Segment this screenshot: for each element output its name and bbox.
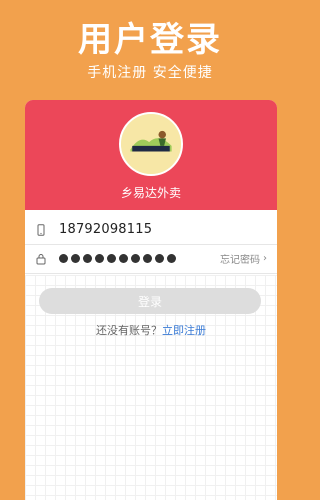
page-subtitle: 手机注册 安全便捷 [87, 65, 213, 81]
password-dot [83, 254, 92, 263]
login-card: 乡易达外卖 18792098115 忘记密码 › 登录 还没有账号？立即注册 [25, 100, 277, 500]
password-dot [119, 254, 128, 263]
password-dot [107, 254, 116, 263]
lock-icon [33, 251, 49, 267]
brand-name: 乡易达外卖 [120, 186, 181, 200]
password-field[interactable]: 忘记密码 › [25, 244, 277, 274]
password-dot [143, 254, 152, 263]
login-button[interactable]: 登录 [39, 288, 261, 314]
brand-logo [119, 112, 183, 176]
password-dot [71, 254, 80, 263]
password-dot [95, 254, 104, 263]
register-row: 还没有账号？立即注册 [25, 322, 277, 338]
password-dot [155, 254, 164, 263]
register-link[interactable]: 立即注册 [162, 324, 206, 337]
phone-icon [33, 222, 49, 238]
password-dot [167, 254, 176, 263]
phone-value[interactable]: 18792098115 [59, 222, 152, 237]
forgot-password-link[interactable]: 忘记密码 › [220, 251, 267, 266]
card-header: 乡易达外卖 [25, 100, 277, 210]
chevron-right-icon: › [263, 253, 267, 264]
page-title: 用户登录 [78, 20, 222, 60]
password-dot [59, 254, 68, 263]
register-prompt: 还没有账号？ [96, 324, 162, 337]
password-dot [131, 254, 140, 263]
phone-field[interactable]: 18792098115 [25, 215, 277, 245]
forgot-password-label: 忘记密码 [220, 255, 260, 266]
password-dots[interactable] [59, 254, 176, 263]
